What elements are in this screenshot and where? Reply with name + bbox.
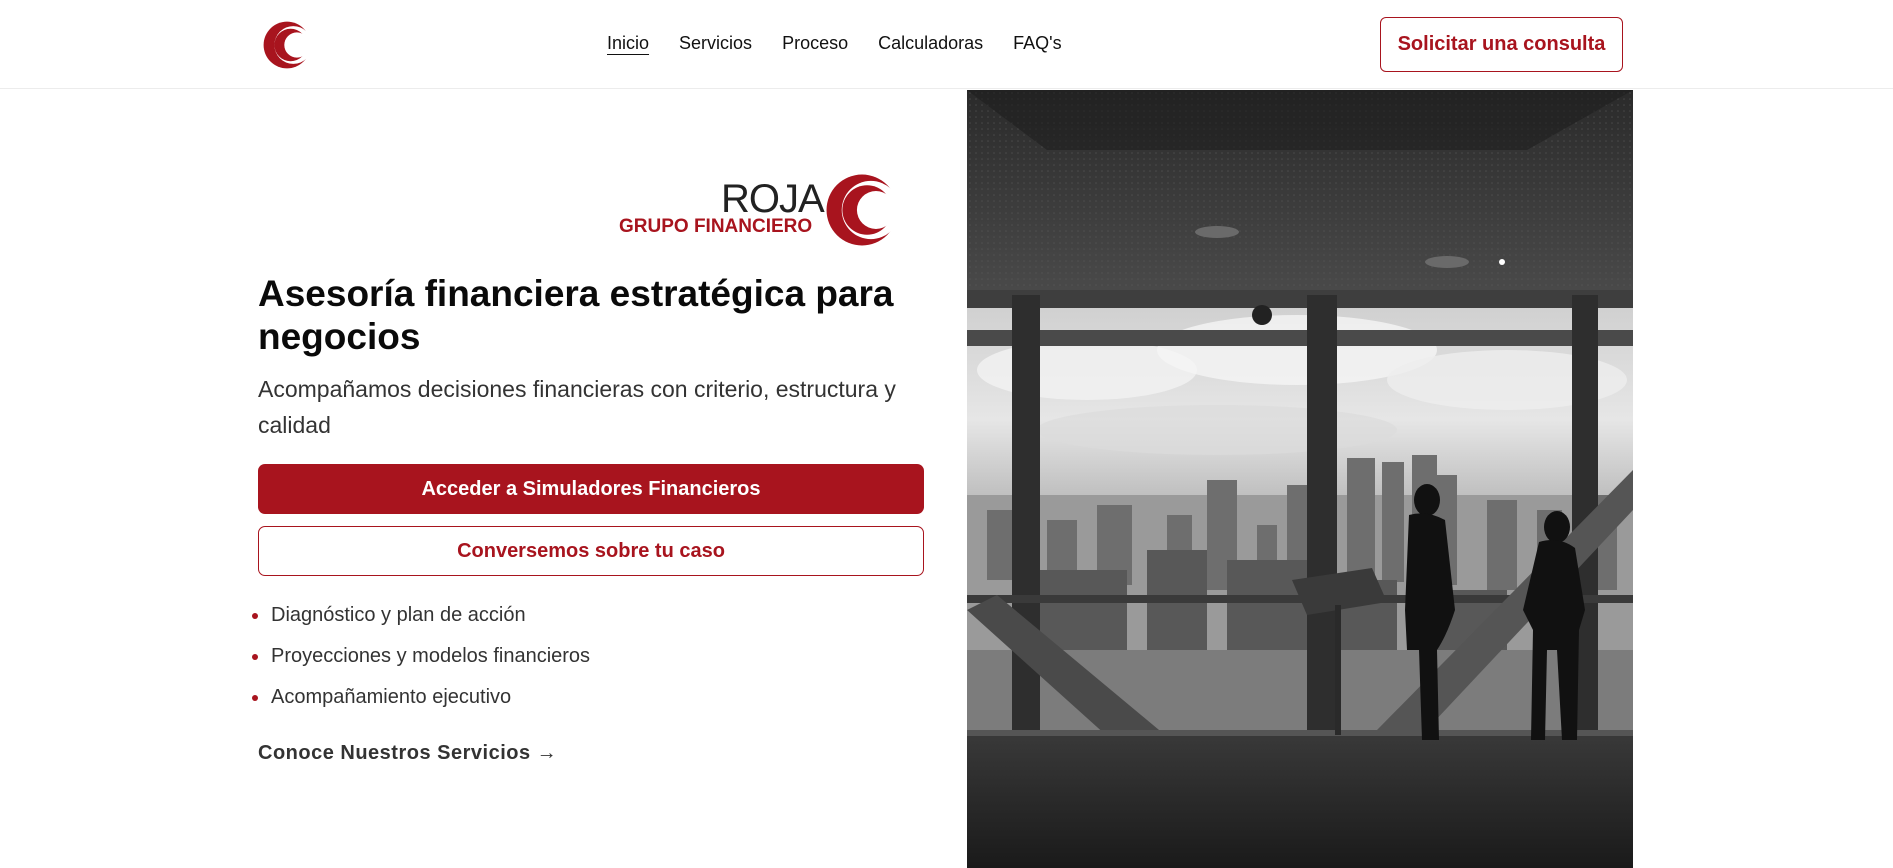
hero-subtitle: Acompañamos decisiones financieras con c… [258, 376, 896, 438]
list-item-label: Diagnóstico y plan de acción [271, 604, 526, 626]
brand-subtitle: GRUPO FINANCIERO [619, 216, 813, 237]
office-skyline-illustration [967, 90, 1633, 868]
hero-title: Asesoría financiera estratégica para neg… [258, 273, 894, 357]
brand-logo: ROJA GRUPO FINANCIERO [618, 170, 900, 250]
list-item-label: Proyecciones y modelos financieros [271, 645, 591, 667]
list-item: Proyecciones y modelos financieros [250, 645, 590, 686]
bullet-dot-icon [252, 695, 258, 701]
site-header: Inicio Servicios Proceso Calculadoras FA… [0, 0, 1893, 89]
bullet-dot-icon [252, 654, 258, 660]
nav-item-calculadoras[interactable]: Calculadoras [878, 32, 983, 54]
bullet-dot-icon [252, 613, 258, 619]
list-item: Acompañamiento ejecutivo [250, 686, 590, 727]
nav-item-servicios[interactable]: Servicios [679, 32, 752, 54]
contact-case-button[interactable]: Conversemos sobre tu caso [258, 526, 924, 576]
nav-item-proceso[interactable]: Proceso [782, 32, 848, 54]
simulators-button[interactable]: Acceder a Simuladores Financieros [258, 464, 924, 514]
main-nav: Inicio Servicios Proceso Calculadoras FA… [607, 32, 1092, 54]
benefits-list: Diagnóstico y plan de acción Proyeccione… [250, 604, 590, 727]
hero-photo [967, 90, 1633, 868]
nav-item-inicio[interactable]: Inicio [607, 32, 649, 54]
list-item: Diagnóstico y plan de acción [250, 604, 590, 645]
crescent-logo-icon [826, 174, 900, 246]
logo-icon[interactable] [260, 18, 314, 72]
list-item-label: Acompañamiento ejecutivo [271, 686, 512, 708]
services-link[interactable]: Conoce Nuestros Servicios → [258, 742, 557, 765]
nav-item-faqs[interactable]: FAQ's [1013, 32, 1061, 54]
request-consultation-button[interactable]: Solicitar una consulta [1380, 17, 1623, 72]
